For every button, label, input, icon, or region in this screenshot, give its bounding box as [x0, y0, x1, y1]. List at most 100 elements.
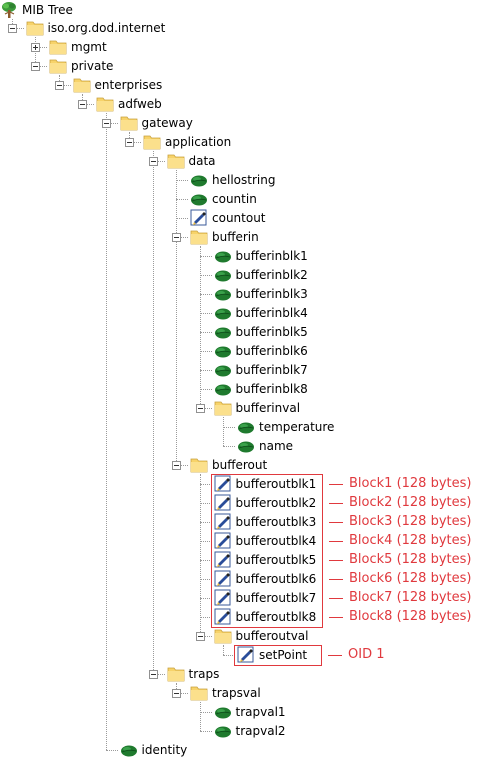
- tree-node-bufferinblk2[interactable]: bufferinblk2: [214, 266, 308, 284]
- tree-node-private[interactable]: private: [49, 57, 113, 75]
- collapse-icon[interactable]: [54, 81, 64, 90]
- tree-node-bufferinblk7[interactable]: bufferinblk7: [214, 361, 308, 379]
- tree-node-countout[interactable]: countout: [190, 209, 266, 227]
- annotation-connector-line: [329, 559, 343, 561]
- collapse-icon[interactable]: [195, 632, 205, 641]
- annotation-label: OID 1: [348, 647, 385, 662]
- tree-node-label: bufferinblk7: [235, 363, 308, 377]
- tree-node-label: bufferout: [212, 458, 268, 472]
- leaf-icon: [237, 437, 255, 455]
- tree-node-identity[interactable]: identity: [120, 741, 188, 759]
- annotation-label: Block5 (128 bytes): [349, 552, 472, 567]
- highlight-box-setpoint: [234, 645, 322, 666]
- tree-node-trapval2[interactable]: trapval2: [214, 722, 286, 740]
- tree-root-mib-tree[interactable]: MIB Tree: [0, 1, 73, 19]
- tree-node-bufferinblk5[interactable]: bufferinblk5: [214, 323, 308, 341]
- tree-node-label: identity: [141, 743, 188, 757]
- annotation-connector-line: [329, 483, 343, 485]
- tree-node-label: trapval1: [235, 705, 286, 719]
- tree-connector-horizontal: [199, 370, 212, 371]
- tree-node-trapval1[interactable]: trapval1: [214, 703, 286, 721]
- folder-icon: [214, 399, 232, 417]
- tree-node-bufferinblk8[interactable]: bufferinblk8: [214, 380, 308, 398]
- tree-node-trapsval[interactable]: trapsval: [190, 684, 261, 702]
- tree-node-bufferinblk6[interactable]: bufferinblk6: [214, 342, 308, 360]
- collapse-icon[interactable]: [78, 100, 87, 109]
- tree-node-label: trapval2: [235, 724, 286, 738]
- tree-node-bufferinblk4[interactable]: bufferinblk4: [214, 304, 308, 322]
- folder-icon: [26, 19, 44, 37]
- tree-connector-horizontal: [176, 199, 188, 200]
- tree-node-enterprises[interactable]: enterprises: [73, 76, 162, 94]
- tree-node-application[interactable]: application: [143, 133, 231, 151]
- collapse-icon[interactable]: [172, 233, 181, 242]
- leaf-icon: [237, 418, 255, 436]
- tree-node-bufferinblk1[interactable]: bufferinblk1: [214, 247, 308, 265]
- tree-connector-horizontal: [223, 427, 235, 428]
- folder-icon: [120, 114, 138, 132]
- tree-node-mgmt[interactable]: mgmt: [49, 38, 107, 56]
- annotation-bufferoutblk4: Block4 (128 bytes): [329, 532, 471, 550]
- tree-node-gateway[interactable]: gateway: [120, 114, 193, 132]
- collapse-icon[interactable]: [172, 461, 181, 470]
- annotation-bufferoutblk6: Block6 (128 bytes): [329, 570, 471, 588]
- collapse-icon[interactable]: [172, 689, 181, 698]
- folder-icon: [167, 665, 185, 683]
- tree-node-bufferout[interactable]: bufferout: [190, 456, 267, 474]
- tree-connector-vertical: [223, 417, 224, 446]
- collapse-icon[interactable]: [148, 670, 158, 679]
- tree-node-traps[interactable]: traps: [167, 665, 219, 683]
- tree-connector-horizontal: [199, 256, 212, 257]
- tree-node-hellostring[interactable]: hellostring: [190, 171, 275, 189]
- writable-pen-icon: [190, 209, 208, 227]
- tree-node-label: trapsval: [212, 686, 261, 700]
- tree-node-label: countout: [212, 211, 266, 225]
- folder-icon: [190, 456, 208, 474]
- expand-icon[interactable]: [31, 43, 40, 52]
- tree-node-label: bufferinblk8: [235, 382, 308, 396]
- annotation-label: Block3 (128 bytes): [349, 514, 472, 529]
- tree-node-label: application: [165, 135, 232, 149]
- annotation-label: Block4 (128 bytes): [349, 533, 472, 548]
- tree-node-temperature[interactable]: temperature: [237, 418, 334, 436]
- folder-icon: [167, 152, 185, 170]
- tree-node-label: bufferinblk5: [235, 325, 308, 339]
- tree-connector-horizontal: [199, 332, 212, 333]
- tree-node-iso[interactable]: iso.org.dod.internet: [26, 19, 165, 37]
- tree-node-bufferin[interactable]: bufferin: [190, 228, 259, 246]
- annotation-bufferoutblk7: Block7 (128 bytes): [329, 589, 471, 607]
- tree-node-label: bufferinblk1: [235, 249, 308, 263]
- tree-node-label: countin: [212, 192, 257, 206]
- tree-node-countin[interactable]: countin: [190, 190, 257, 208]
- tree-node-name[interactable]: name: [237, 437, 293, 455]
- tree-node-label: bufferinval: [235, 401, 301, 415]
- collapse-icon[interactable]: [125, 138, 134, 147]
- tree-node-bufferinval[interactable]: bufferinval: [214, 399, 301, 417]
- collapse-icon[interactable]: [195, 404, 205, 413]
- leaf-icon: [190, 171, 208, 189]
- leaf-icon: [214, 361, 232, 379]
- leaf-icon: [214, 285, 232, 303]
- annotation-connector-line: [329, 502, 343, 504]
- tree-node-bufferoutval[interactable]: bufferoutval: [214, 627, 309, 645]
- tree-connector-horizontal: [199, 389, 212, 390]
- tree-node-data[interactable]: data: [167, 152, 216, 170]
- collapse-icon[interactable]: [31, 62, 40, 71]
- tree-node-label: bufferinblk3: [235, 287, 308, 301]
- collapse-icon[interactable]: [148, 157, 158, 166]
- annotation-bufferoutblk1: Block1 (128 bytes): [329, 475, 471, 493]
- collapse-icon[interactable]: [7, 24, 17, 33]
- tree-node-label: bufferoutval: [235, 629, 309, 643]
- tree-node-label: bufferinblk4: [235, 306, 308, 320]
- annotation-bufferoutblk2: Block2 (128 bytes): [329, 494, 471, 512]
- tree-connector-vertical: [199, 474, 201, 636]
- tree-connector-horizontal: [176, 180, 188, 181]
- collapse-icon[interactable]: [101, 119, 111, 128]
- tree-node-adfweb[interactable]: adfweb: [96, 95, 162, 113]
- tree-connector-horizontal: [199, 731, 212, 732]
- leaf-icon: [190, 190, 208, 208]
- tree-node-label: bufferinblk2: [235, 268, 308, 282]
- annotation-connector-line: [329, 597, 343, 599]
- tree-node-bufferinblk3[interactable]: bufferinblk3: [214, 285, 308, 303]
- annotation-label: Block6 (128 bytes): [349, 571, 472, 586]
